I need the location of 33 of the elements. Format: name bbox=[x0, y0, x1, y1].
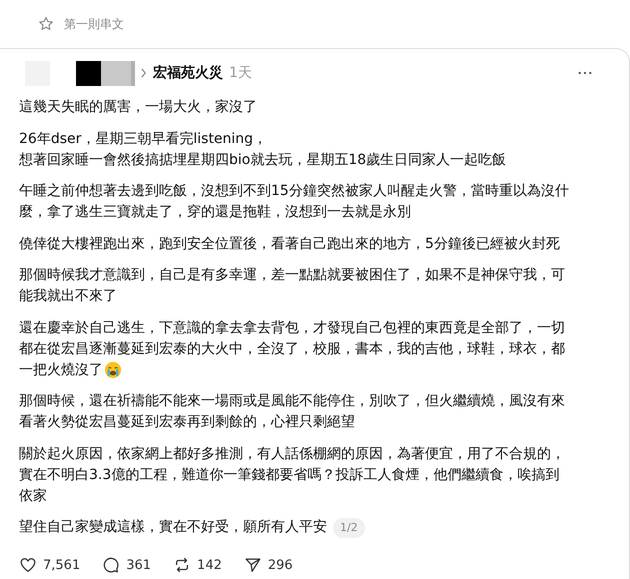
like-button[interactable]: 7,561 bbox=[19, 556, 80, 574]
post-text-line: 麼，拿了逃生三寶就走了，穿的還是拖鞋，沒想到一去就是永別 bbox=[19, 203, 411, 222]
speech-bubble-icon bbox=[102, 556, 120, 574]
reply-button[interactable]: 361 bbox=[102, 556, 152, 574]
heart-icon bbox=[19, 556, 37, 574]
share-button[interactable]: 296 bbox=[244, 556, 293, 574]
more-icon[interactable] bbox=[578, 71, 592, 75]
post-text-line: 一把火燒沒了 bbox=[19, 360, 103, 380]
crying-face-icon bbox=[104, 361, 122, 379]
thread-label: 第一則串文 bbox=[64, 16, 124, 32]
post-text-line: 看著火勢從宏昌蔓延到宏泰再到剩餘的，心裡只剩絕望 bbox=[19, 413, 355, 432]
post-text-line: 實在不明白3.3億的工程，難道你一筆錢都要省嗎？投訴工人食煙，他們繼續食，唉搞到 bbox=[19, 466, 560, 484]
star-icon[interactable] bbox=[38, 16, 54, 32]
post-text-line: 關於起火原因，依家網上都好多推測，有人話係棚網的原因，為著便宜，用了不合規的， bbox=[19, 444, 565, 464]
post-text-line: 午睡之前仲想著去邊到吃飯，沒想到不到15分鐘突然被家人叫醒走火警，當時重以為沒什 bbox=[19, 182, 569, 201]
post-text-line: 望住自己家變成這樣，實在不好受，願所有人平安 bbox=[19, 518, 327, 537]
chevron-icon bbox=[140, 68, 147, 78]
repost-button[interactable]: 142 bbox=[173, 556, 222, 574]
post-text-line: 26年dser，星期三朝早看完listening， bbox=[19, 130, 268, 148]
post-text-line: 僥倖從大樓裡跑出來，跑到安全位置後，看著自己跑出來的地方，5分鐘後已經被火封死 bbox=[19, 234, 560, 254]
post-text-line: 這幾天失眠的厲害，一場大火，家沒了 bbox=[19, 98, 257, 117]
redaction-block bbox=[76, 60, 135, 86]
post-text-line: 還在慶幸於自己逃生，下意識的拿去拿去背包，才發現自己包裡的東西竟是全部了，一切 bbox=[19, 318, 565, 338]
post-text-line: 依家 bbox=[19, 486, 47, 506]
page-indicator: 1/2 bbox=[333, 518, 365, 538]
topic-link[interactable]: 宏福苑火災 bbox=[153, 64, 223, 82]
post-text-line: 都在從宏昌逐漸蔓延到宏泰的大火中，全沒了，校服，書本，我的吉他，球鞋，球衣，都 bbox=[19, 340, 565, 358]
paper-plane-icon bbox=[244, 556, 262, 574]
post-text-line: 想著回家睡一會然後搞掂埋星期四bio就去玩，星期五18歲生日同家人一起吃飯 bbox=[19, 150, 506, 170]
post-text-line: 那個時候我才意識到，自己是有多幸運，差一點點就要被困住了，如果不是神保守我，可 bbox=[19, 266, 565, 285]
post-text-line: 能我就出不來了 bbox=[19, 287, 117, 306]
post-text-line: 那個時候，還在祈禱能不能來一場雨或是風能不能停住，別吹了，但火繼續燒，風沒有來 bbox=[19, 392, 565, 411]
post-time: 1天 bbox=[229, 64, 252, 82]
